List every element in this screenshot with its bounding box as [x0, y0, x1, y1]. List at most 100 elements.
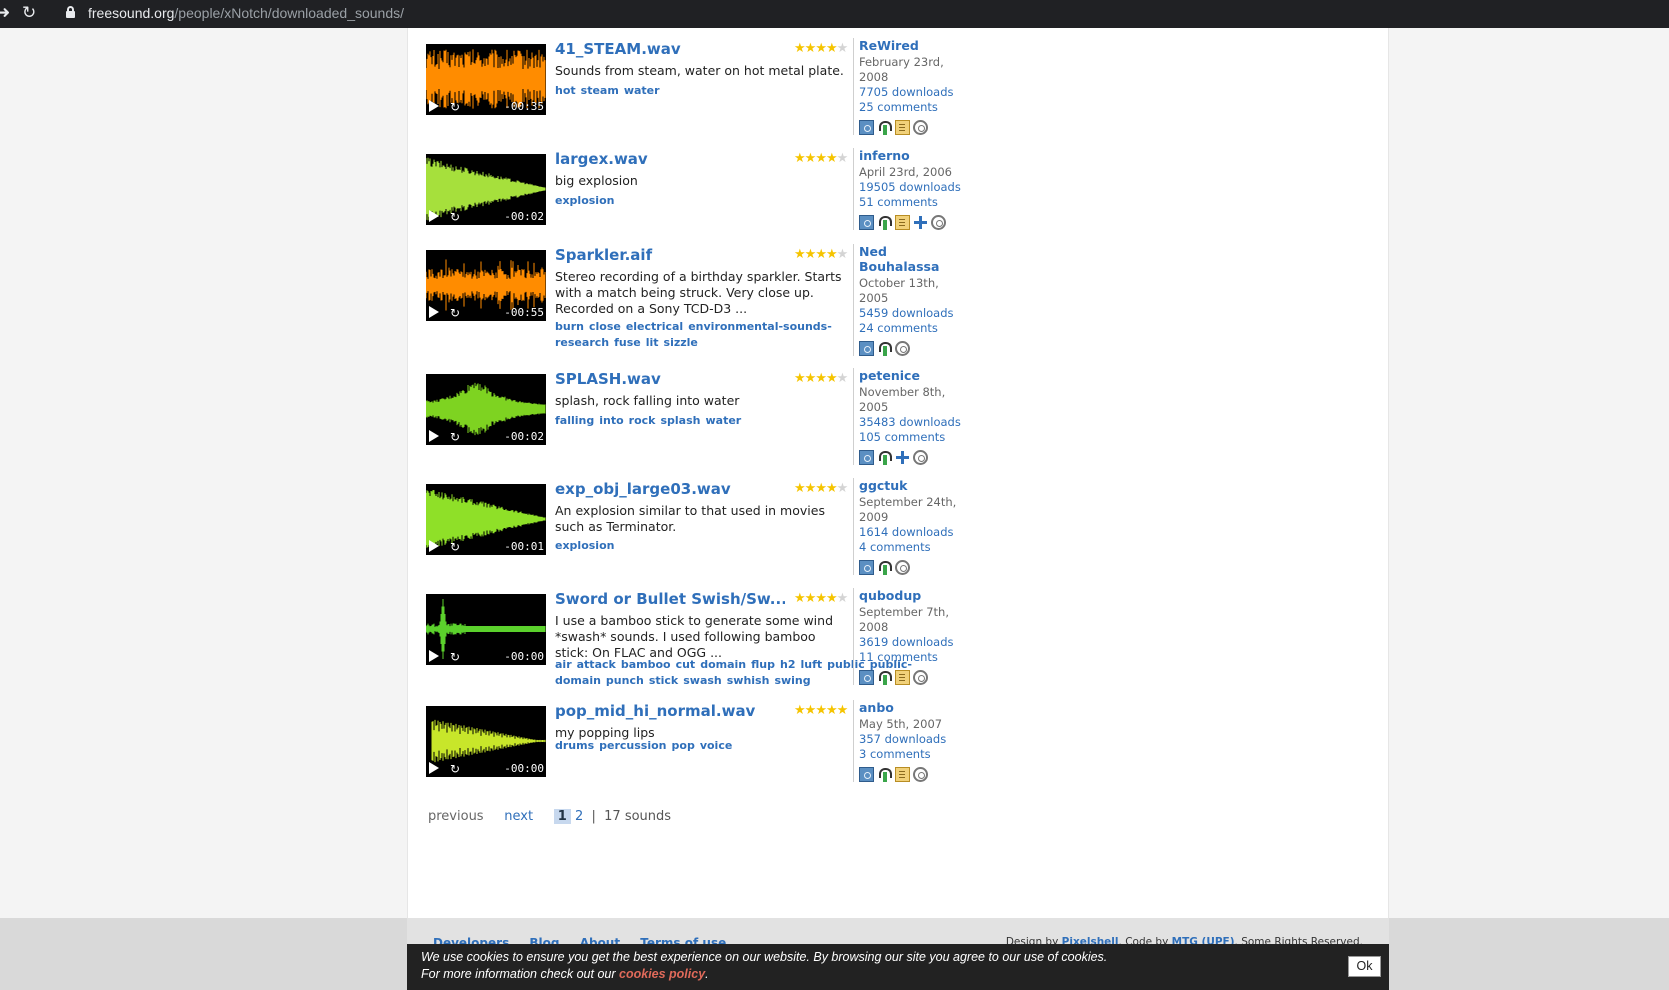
pager-previous[interactable]: previous — [428, 809, 484, 824]
rating-stars[interactable]: ★★★★★ — [794, 41, 849, 56]
star-icon[interactable]: ★ — [826, 703, 838, 718]
star-icon[interactable]: ★ — [826, 371, 838, 386]
tag-link[interactable]: explosion — [555, 539, 614, 552]
star-icon[interactable]: ★ — [805, 247, 817, 262]
document-icon[interactable] — [895, 767, 910, 782]
license-icon[interactable] — [931, 215, 946, 230]
sound-user[interactable]: anbo — [859, 700, 963, 715]
headphones-icon[interactable] — [877, 215, 892, 230]
tag-link[interactable]: drums — [555, 739, 594, 752]
sound-comments[interactable]: 51 comments — [859, 195, 963, 210]
star-icon[interactable]: ★ — [837, 481, 849, 496]
reload-icon[interactable]: ↻ — [22, 3, 36, 23]
star-icon[interactable]: ★ — [805, 151, 817, 166]
tag-link[interactable]: rock — [629, 414, 656, 427]
star-icon[interactable]: ★ — [815, 591, 827, 606]
star-icon[interactable]: ★ — [837, 151, 849, 166]
star-icon[interactable]: ★ — [794, 41, 806, 56]
sound-comments[interactable]: 105 comments — [859, 430, 963, 445]
play-icon[interactable] — [429, 430, 439, 442]
license-icon[interactable] — [913, 670, 928, 685]
sound-title[interactable]: pop_mid_hi_normal.wav — [555, 702, 785, 720]
waveform-player[interactable]: ↻ -00:01 — [426, 484, 546, 555]
info-icon[interactable] — [859, 215, 874, 230]
info-icon[interactable] — [859, 450, 874, 465]
tag-link[interactable]: steam — [581, 84, 619, 97]
sound-user[interactable]: Ned Bouhalassa — [859, 244, 963, 274]
license-icon[interactable] — [913, 120, 928, 135]
pager-page-1[interactable]: 1 — [553, 809, 571, 824]
sound-downloads[interactable]: 7705 downloads — [859, 85, 963, 100]
tag-link[interactable]: air — [555, 658, 572, 671]
headphones-icon[interactable] — [877, 450, 892, 465]
waveform-player[interactable]: ↻ -00:02 — [426, 374, 546, 445]
loop-icon[interactable]: ↻ — [450, 762, 460, 776]
sound-comments[interactable]: 4 comments — [859, 540, 963, 555]
star-icon[interactable]: ★ — [837, 41, 849, 56]
star-icon[interactable]: ★ — [826, 41, 838, 56]
star-icon[interactable]: ★ — [826, 591, 838, 606]
tag-link[interactable]: hot — [555, 84, 576, 97]
tag-link[interactable]: bamboo — [621, 658, 671, 671]
tag-link[interactable]: cut — [676, 658, 696, 671]
star-icon[interactable]: ★ — [826, 247, 838, 262]
headphones-icon[interactable] — [877, 767, 892, 782]
info-icon[interactable] — [859, 767, 874, 782]
info-icon[interactable] — [859, 120, 874, 135]
star-icon[interactable]: ★ — [815, 703, 827, 718]
headphones-icon[interactable] — [877, 670, 892, 685]
sound-downloads[interactable]: 1614 downloads — [859, 525, 963, 540]
document-icon[interactable] — [895, 215, 910, 230]
tag-link[interactable]: water — [705, 414, 741, 427]
tag-link[interactable]: burn — [555, 320, 584, 333]
document-icon[interactable] — [895, 670, 910, 685]
sound-downloads[interactable]: 5459 downloads — [859, 306, 963, 321]
play-icon[interactable] — [429, 650, 439, 662]
tag-link[interactable]: water — [624, 84, 660, 97]
waveform-player[interactable]: ↻ -00:35 — [426, 44, 546, 115]
sound-title[interactable]: Sword or Bullet Swish/Sw... — [555, 590, 785, 608]
sound-downloads[interactable]: 35483 downloads — [859, 415, 963, 430]
star-icon[interactable]: ★ — [815, 371, 827, 386]
tag-link[interactable]: falling — [555, 414, 594, 427]
rating-stars[interactable]: ★★★★★ — [794, 151, 849, 166]
star-icon[interactable]: ★ — [815, 247, 827, 262]
play-icon[interactable] — [429, 306, 439, 318]
pager-next[interactable]: next — [504, 809, 533, 824]
license-icon[interactable] — [895, 341, 910, 356]
tag-link[interactable]: swing — [774, 674, 810, 687]
sound-title[interactable]: SPLASH.wav — [555, 370, 785, 388]
play-icon[interactable] — [429, 540, 439, 552]
headphones-icon[interactable] — [877, 560, 892, 575]
share-icon[interactable] — [913, 215, 928, 230]
headphones-icon[interactable] — [877, 120, 892, 135]
sound-user[interactable]: ggctuk — [859, 478, 963, 493]
tag-link[interactable]: splash — [660, 414, 700, 427]
sound-comments[interactable]: 3 comments — [859, 747, 963, 762]
sound-title[interactable]: 41_STEAM.wav — [555, 40, 785, 58]
tag-link[interactable]: attack — [577, 658, 616, 671]
tag-link[interactable]: electrical — [626, 320, 683, 333]
pager-page-2[interactable]: 2 — [575, 809, 583, 824]
star-icon[interactable]: ★ — [826, 481, 838, 496]
sound-downloads[interactable]: 3619 downloads — [859, 635, 963, 650]
star-icon[interactable]: ★ — [794, 371, 806, 386]
loop-icon[interactable]: ↻ — [450, 650, 460, 664]
headphones-icon[interactable] — [877, 341, 892, 356]
cookie-ok-button[interactable]: Ok — [1348, 956, 1381, 977]
share-icon[interactable] — [895, 450, 910, 465]
loop-icon[interactable]: ↻ — [450, 306, 460, 320]
star-icon[interactable]: ★ — [805, 41, 817, 56]
sound-downloads[interactable]: 19505 downloads — [859, 180, 963, 195]
star-icon[interactable]: ★ — [794, 591, 806, 606]
star-icon[interactable]: ★ — [794, 247, 806, 262]
star-icon[interactable]: ★ — [837, 703, 849, 718]
waveform-player[interactable]: ↻ -00:00 — [426, 594, 546, 665]
star-icon[interactable]: ★ — [815, 481, 827, 496]
tag-link[interactable]: lit — [646, 336, 659, 349]
tag-link[interactable]: luft — [800, 658, 822, 671]
lock-icon[interactable] — [66, 6, 75, 18]
loop-icon[interactable]: ↻ — [450, 430, 460, 444]
waveform-player[interactable]: ↻ -00:55 — [426, 250, 546, 321]
tag-link[interactable]: sizzle — [664, 336, 698, 349]
